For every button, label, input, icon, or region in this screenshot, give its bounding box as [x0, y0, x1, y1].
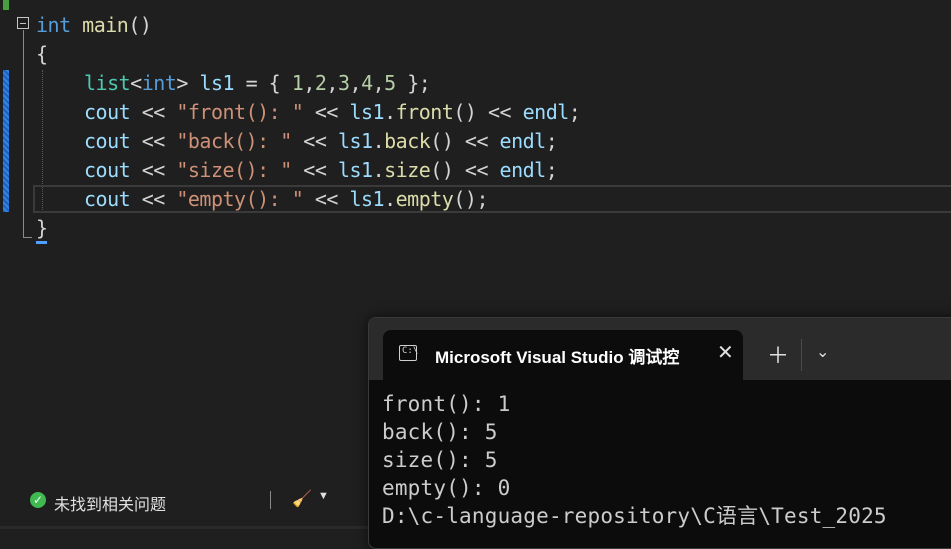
debug-console-window[interactable]: C:\ Microsoft Visual Studio 调试控 ✕ ＋ ⌄ fr… — [368, 317, 951, 549]
punctuation: < — [130, 71, 142, 95]
punctuation: . — [372, 158, 385, 182]
operator: << — [476, 100, 523, 124]
punctuation: () — [430, 129, 454, 153]
punctuation: . — [384, 187, 396, 211]
status-divider — [270, 491, 271, 509]
output-line: size(): 5 — [382, 448, 498, 472]
operator: << — [130, 100, 177, 124]
operator: << — [291, 129, 338, 153]
operator: << — [453, 158, 500, 182]
punctuation: () — [430, 158, 454, 182]
output-line: back(): 5 — [382, 420, 498, 444]
punctuation: () — [453, 100, 477, 124]
terminal-tab-title: Microsoft Visual Studio 调试控 — [435, 348, 680, 367]
identifier-cout: cout — [84, 129, 131, 153]
fold-toggle-icon[interactable] — [17, 17, 29, 29]
variable-name: ls1 — [349, 100, 385, 124]
punctuation: = { — [234, 71, 292, 95]
terminal-output[interactable]: front(): 1 back(): 5 size(): 5 empty(): … — [382, 390, 887, 530]
keyword-int: int — [36, 13, 71, 37]
brace-open: { — [36, 42, 48, 66]
punctuation: ; — [568, 100, 581, 124]
code-line-7[interactable]: cout << "empty(): " << ls1.empty(); — [84, 185, 488, 214]
check-circle-icon[interactable]: ✓ — [30, 492, 46, 508]
string-literal: "back(): " — [176, 129, 292, 153]
method-name: back — [384, 129, 431, 153]
issues-status-text[interactable]: 未找到相关问题 — [54, 491, 166, 515]
chevron-down-icon[interactable]: ▼ — [318, 490, 329, 502]
code-line-2[interactable]: { — [36, 40, 48, 69]
brace-close: } — [36, 216, 48, 240]
string-literal: "size(): " — [176, 158, 292, 182]
type-name: list — [84, 71, 131, 95]
operator: << — [130, 187, 177, 211]
number-literal: 4 — [361, 71, 373, 95]
fold-guide-end — [23, 237, 32, 238]
variable-name: ls1 — [337, 158, 373, 182]
identifier-cout: cout — [84, 187, 131, 211]
variable-name: ls1 — [349, 187, 385, 211]
string-literal: "empty(): " — [176, 187, 304, 211]
operator: << — [291, 158, 338, 182]
keyword-int: int — [141, 71, 177, 95]
punctuation: (); — [453, 187, 488, 211]
function-name: main — [82, 13, 129, 37]
titlebar-divider — [801, 339, 802, 371]
output-line: front(): 1 — [382, 392, 511, 416]
text-caret — [36, 241, 47, 244]
identifier-endl: endl — [499, 129, 547, 153]
variable-name: ls1 — [199, 71, 235, 95]
method-name: empty — [395, 187, 454, 211]
brush-icon[interactable]: 🧹 — [292, 489, 312, 509]
terminal-icon: C:\ — [399, 345, 418, 361]
identifier-cout: cout — [84, 100, 131, 124]
fold-guide — [23, 30, 24, 237]
operator: << — [303, 100, 350, 124]
new-tab-plus-icon[interactable]: ＋ — [767, 338, 789, 370]
code-line-5[interactable]: cout << "back(): " << ls1.back() << endl… — [84, 127, 558, 156]
operator: << — [453, 129, 500, 153]
output-line: empty(): 0 — [382, 476, 511, 500]
code-line-1[interactable]: int main() — [36, 11, 152, 40]
identifier-cout: cout — [84, 158, 131, 182]
close-icon[interactable]: ✕ — [717, 340, 734, 364]
code-line-6[interactable]: cout << "size(): " << ls1.size() << endl… — [84, 156, 558, 185]
number-literal: 3 — [337, 71, 350, 95]
change-marker-saved — [3, 0, 9, 10]
number-literal: 2 — [314, 71, 327, 95]
punctuation: () — [128, 13, 152, 37]
punctuation: ; — [545, 129, 558, 153]
punctuation: ; — [545, 158, 558, 182]
variable-name: ls1 — [337, 129, 373, 153]
code-line-3[interactable]: list<int> ls1 = { 1,2,3,4,5 }; — [84, 69, 431, 98]
output-path-line: D:\c-language-repository\C语言\Test_2025 — [382, 504, 887, 528]
punctuation: }; — [395, 71, 431, 95]
operator: << — [303, 187, 350, 211]
method-name: front — [395, 100, 454, 124]
identifier-endl: endl — [522, 100, 570, 124]
number-literal: 1 — [291, 71, 304, 95]
method-name: size — [384, 158, 431, 182]
punctuation: . — [384, 100, 396, 124]
terminal-titlebar: C:\ Microsoft Visual Studio 调试控 ✕ ＋ ⌄ — [369, 318, 951, 380]
punctuation: . — [372, 129, 385, 153]
chevron-down-icon[interactable]: ⌄ — [816, 342, 829, 361]
change-marker-unsaved — [3, 70, 9, 212]
punctuation: > — [176, 71, 188, 95]
code-line-8[interactable]: } — [36, 214, 48, 243]
string-literal: "front(): " — [176, 100, 304, 124]
number-literal: 5 — [384, 71, 396, 95]
operator: << — [130, 158, 177, 182]
operator: << — [130, 129, 177, 153]
identifier-endl: endl — [499, 158, 547, 182]
terminal-tab[interactable]: C:\ Microsoft Visual Studio 调试控 ✕ — [383, 330, 743, 380]
code-line-4[interactable]: cout << "front(): " << ls1.front() << en… — [84, 98, 581, 127]
